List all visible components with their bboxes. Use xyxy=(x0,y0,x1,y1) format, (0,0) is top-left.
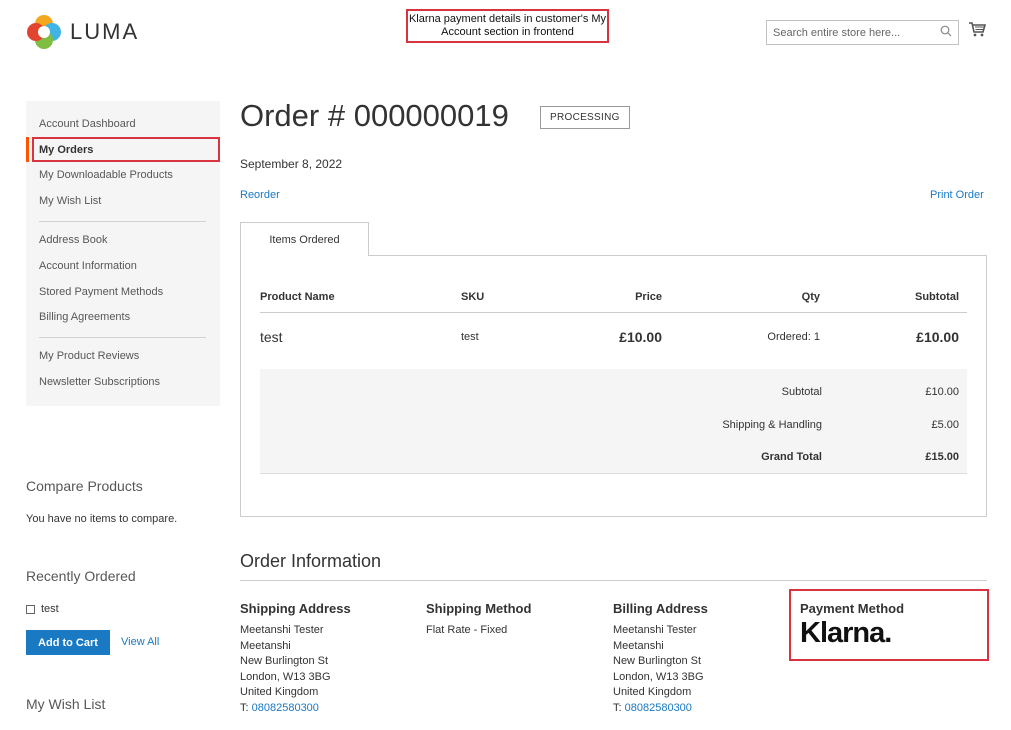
shipping-method-value: Flat Rate - Fixed xyxy=(426,624,508,636)
sidebar-divider xyxy=(39,221,206,222)
sidebar-divider xyxy=(39,337,206,338)
order-information-title: Order Information xyxy=(240,551,382,571)
shipping-phone: T: 08082580300 xyxy=(240,701,351,717)
billing-address-line: London, W13 3BG xyxy=(613,670,704,683)
items-ordered-panel: Product Name SKU Price Qty Subtotal test… xyxy=(240,255,987,517)
sidebar-item-account-information[interactable]: Account Information xyxy=(39,260,137,272)
sidebar-item-newsletter-subscriptions[interactable]: Newsletter Subscriptions xyxy=(39,376,160,388)
view-all-link[interactable]: View All xyxy=(121,636,159,648)
item-sku: test xyxy=(461,331,479,343)
recently-ordered-item: test xyxy=(26,603,59,615)
shipping-address-body: Meetanshi Tester Meetanshi New Burlingto… xyxy=(240,623,351,716)
billing-phone: T: 08082580300 xyxy=(613,701,708,717)
billing-phone-link[interactable]: 08082580300 xyxy=(625,702,692,714)
shipping-phone-link[interactable]: 08082580300 xyxy=(252,702,319,714)
totals-shipping-value: £5.00 xyxy=(931,419,959,431)
shipping-address-block: Shipping Address Meetanshi Tester Meetan… xyxy=(240,601,351,716)
search-box[interactable] xyxy=(766,20,959,45)
item-price: £10.00 xyxy=(619,329,662,345)
billing-address-line: Meetanshi xyxy=(613,639,664,652)
billing-address-title: Billing Address xyxy=(613,601,708,616)
sidebar-item-product-reviews[interactable]: My Product Reviews xyxy=(39,350,139,362)
totals-grand-total-value: £15.00 xyxy=(925,451,959,463)
sidebar-item-account-dashboard[interactable]: Account Dashboard xyxy=(39,118,136,130)
phone-prefix: T: xyxy=(613,701,622,714)
column-header-subtotal: Subtotal xyxy=(915,291,959,303)
recently-ordered-checkbox[interactable] xyxy=(26,604,35,614)
shipping-address-line: London, W13 3BG xyxy=(240,670,331,683)
column-header-sku: SKU xyxy=(461,291,485,303)
wish-list-title: My Wish List xyxy=(26,696,106,712)
shipping-address-line: United Kingdom xyxy=(240,686,319,698)
search-input[interactable] xyxy=(773,26,933,39)
sidebar-item-address-book[interactable]: Address Book xyxy=(39,234,107,246)
luma-logo[interactable]: LUMA xyxy=(26,14,139,50)
item-product-name: test xyxy=(260,329,283,345)
totals-subtotal-label: Subtotal xyxy=(781,386,822,398)
print-order-link[interactable]: Print Order xyxy=(930,189,984,201)
cart-icon[interactable] xyxy=(969,22,987,40)
search-icon[interactable] xyxy=(940,25,952,40)
billing-address-body: Meetanshi Tester Meetanshi New Burlingto… xyxy=(613,623,708,716)
compare-products-title: Compare Products xyxy=(26,478,143,494)
column-header-price: Price xyxy=(635,291,662,303)
reorder-link[interactable]: Reorder xyxy=(240,189,280,201)
luma-logo-icon xyxy=(27,15,61,49)
sidebar-item-stored-payment-methods[interactable]: Stored Payment Methods xyxy=(39,286,163,298)
sidebar-item-downloadable-products[interactable]: My Downloadable Products xyxy=(39,169,173,181)
compare-empty-text: You have no items to compare. xyxy=(26,513,178,525)
recently-ordered-item-label: test xyxy=(41,603,59,615)
column-header-qty: Qty xyxy=(801,291,820,303)
shipping-method-block: Shipping Method Flat Rate - Fixed xyxy=(426,601,531,639)
column-header-product-name: Product Name xyxy=(260,291,335,303)
shipping-address-line: Meetanshi xyxy=(240,639,291,652)
status-badge: PROCESSING xyxy=(540,106,630,129)
billing-address-block: Billing Address Meetanshi Tester Meetans… xyxy=(613,601,708,716)
klarna-logo: Klarna. xyxy=(800,617,892,649)
shipping-method-title: Shipping Method xyxy=(426,601,532,616)
billing-address-line: United Kingdom xyxy=(613,686,692,698)
billing-address-line: New Burlington St xyxy=(613,655,702,667)
shipping-address-line: New Burlington St xyxy=(240,655,329,667)
sidebar-item-billing-agreements[interactable]: Billing Agreements xyxy=(39,311,130,323)
phone-prefix: T: xyxy=(240,701,249,714)
totals-grand-total-label: Grand Total xyxy=(761,451,822,463)
shipping-address-line: Meetanshi Tester xyxy=(240,624,324,636)
billing-address-line: Meetanshi Tester xyxy=(613,624,697,636)
sidebar-item-my-orders[interactable]: My Orders xyxy=(39,144,93,156)
totals-shipping-label: Shipping & Handling xyxy=(722,419,822,431)
shipping-address-title: Shipping Address xyxy=(240,601,351,616)
page-title: Order # 000000019 xyxy=(240,98,509,133)
active-indicator xyxy=(26,137,29,162)
order-totals: Subtotal £10.00 Shipping & Handling £5.0… xyxy=(260,369,967,474)
totals-subtotal-value: £10.00 xyxy=(925,386,959,398)
payment-method-title: Payment Method xyxy=(800,601,905,616)
order-information-divider xyxy=(240,580,987,581)
logo-text: LUMA xyxy=(70,19,140,44)
tab-items-ordered[interactable]: Items Ordered xyxy=(240,222,369,256)
recently-ordered-title: Recently Ordered xyxy=(26,568,136,584)
payment-method-block: Payment Method Klarna. xyxy=(800,601,904,650)
annotation-callout: Klarna payment details in customer's My … xyxy=(406,9,609,43)
add-to-cart-button[interactable]: Add to Cart xyxy=(26,630,110,655)
sidebar-item-wish-list[interactable]: My Wish List xyxy=(39,195,101,207)
account-sidebar: Account Dashboard My Orders My Downloada… xyxy=(26,101,220,406)
item-qty: Ordered: 1 xyxy=(767,331,820,343)
order-date: September 8, 2022 xyxy=(240,157,343,171)
table-header-divider xyxy=(260,312,967,313)
item-subtotal: £10.00 xyxy=(916,329,959,345)
